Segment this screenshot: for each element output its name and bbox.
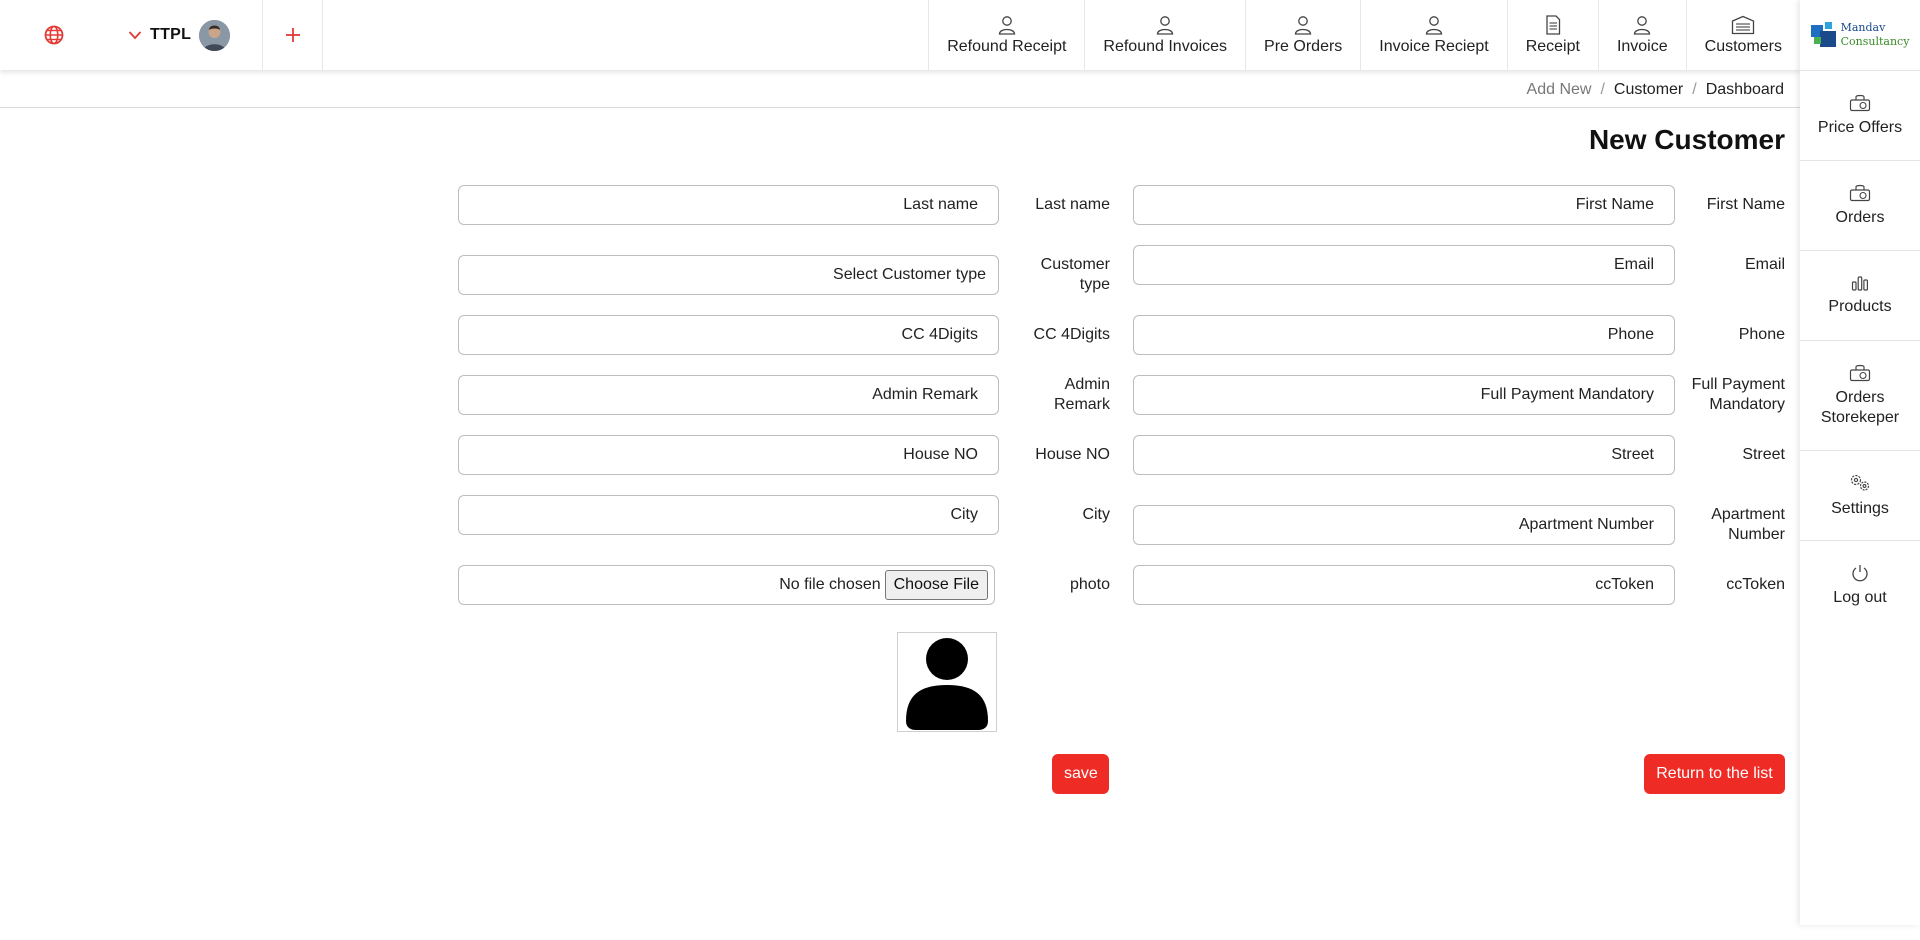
right-sidebar: Mandav Consultancy Price Offers Orders P… — [1800, 0, 1920, 925]
top-bar: TTPL Refound Receipt Refound Invoices Pr… — [0, 0, 1800, 70]
breadcrumb-separator: / — [1600, 80, 1605, 98]
logo-text: Mandav Consultancy — [1841, 21, 1910, 49]
sidebar-item-label: Log out — [1833, 588, 1887, 606]
sidebar-item-label: Settings — [1831, 499, 1889, 517]
user-name: TTPL — [150, 26, 192, 43]
plus-icon — [285, 28, 300, 42]
power-icon — [1852, 564, 1868, 581]
no-file-text: No file chosen — [779, 576, 881, 593]
house-no-label: House NO — [1035, 446, 1110, 463]
basket-icon — [1849, 184, 1871, 201]
last-name-label: Last name — [1035, 196, 1110, 213]
user-icon — [1425, 15, 1443, 35]
sidebar-item-price-offers[interactable]: Price Offers — [1800, 70, 1920, 160]
phone-label: Phone — [1738, 326, 1785, 343]
gears-icon — [1850, 474, 1870, 491]
phone-input[interactable] — [1133, 315, 1675, 355]
person-icon — [906, 638, 988, 730]
logo-line1: Mandav — [1840, 21, 1886, 34]
city-label: City — [1082, 506, 1110, 523]
nav-refound-receipt[interactable]: Refound Receipt — [928, 0, 1084, 70]
nav-customers[interactable]: Customers — [1685, 0, 1800, 70]
breadcrumb-separator: / — [1692, 80, 1697, 98]
globe-icon — [44, 25, 64, 45]
nav-label: Pre Orders — [1264, 37, 1343, 55]
user-icon — [1295, 15, 1312, 35]
basket-icon — [1849, 364, 1871, 381]
nav-invoice-reciept[interactable]: Invoice Reciept — [1360, 0, 1506, 70]
sidebar-item-products[interactable]: Products — [1800, 250, 1920, 340]
photo-file-input[interactable]: No file chosen Choose File — [458, 565, 995, 605]
sidebar-item-label: Orders — [1835, 208, 1885, 226]
choose-file-button[interactable]: Choose File — [884, 570, 988, 600]
apartment-number-input[interactable] — [1133, 505, 1675, 545]
user-icon — [1157, 15, 1174, 35]
top-nav: Refound Receipt Refound Invoices Pre Ord… — [928, 0, 1800, 70]
sidebar-item-label: Products — [1828, 297, 1892, 315]
company-logo[interactable]: Mandav Consultancy — [1800, 0, 1920, 70]
sidebar-item-label: Orders Storekeper — [1820, 388, 1900, 426]
user-icon — [1634, 15, 1651, 35]
avatar — [199, 19, 231, 51]
nav-label: Invoice — [1616, 37, 1668, 55]
sidebar-item-settings[interactable]: Settings — [1800, 450, 1920, 540]
return-to-list-button[interactable]: Return to the list — [1644, 754, 1785, 794]
nav-pre-orders[interactable]: Pre Orders — [1245, 0, 1360, 70]
top-bar-left: TTPL — [0, 0, 323, 70]
breadcrumb-link-dashboard[interactable]: Dashboard — [1706, 81, 1784, 99]
customer-type-label: Customer type — [1040, 256, 1110, 293]
user-menu[interactable]: TTPL — [108, 0, 263, 70]
sidebar-item-label: Price Offers — [1817, 118, 1903, 136]
cctoken-label: ccToken — [1726, 576, 1785, 593]
add-button[interactable] — [263, 0, 323, 70]
first-name-label: First Name — [1706, 196, 1785, 213]
full-payment-mandatory-label: Full Payment Mandatory — [1691, 376, 1785, 413]
nav-label: Refound Invoices — [1103, 37, 1228, 55]
user-icon — [998, 15, 1015, 35]
nav-refound-invoices[interactable]: Refound Invoices — [1084, 0, 1245, 70]
full-payment-mandatory-input[interactable] — [1133, 375, 1675, 415]
apartment-number-label: Apartment Number — [1711, 506, 1785, 543]
admin-remark-label: Admin Remark — [1053, 376, 1110, 413]
nav-label: Customers — [1704, 37, 1782, 55]
customer-type-select[interactable]: Select Customer type — [458, 255, 999, 295]
first-name-input[interactable] — [1133, 185, 1675, 225]
street-input[interactable] — [1133, 435, 1675, 475]
photo-preview — [897, 632, 997, 732]
nav-receipt[interactable]: Receipt — [1506, 0, 1598, 70]
breadcrumb: Add New / Customer / Dashboard — [0, 72, 1800, 108]
logo-line2: Consultancy — [1840, 35, 1910, 48]
sidebar-item-orders-storekeper[interactable]: Orders Storekeper — [1800, 340, 1920, 450]
logo-mark — [1810, 22, 1837, 48]
last-name-input[interactable] — [458, 185, 999, 225]
cctoken-input[interactable] — [1133, 565, 1675, 605]
nav-label: Invoice Reciept — [1379, 37, 1489, 55]
page-title: New Customer — [1588, 124, 1785, 155]
chevron-down-icon — [128, 31, 142, 40]
breadcrumb-current: Add New — [1526, 80, 1592, 98]
breadcrumb-link-customer[interactable]: Customer — [1614, 81, 1683, 99]
street-label: Street — [1742, 446, 1785, 463]
cc4digits-input[interactable] — [458, 315, 999, 355]
email-input[interactable] — [1133, 245, 1675, 285]
document-icon — [1546, 14, 1560, 35]
city-input[interactable] — [458, 495, 999, 535]
basket-icon — [1849, 94, 1871, 111]
email-label: Email — [1744, 256, 1785, 273]
sidebar-item-orders[interactable]: Orders — [1800, 160, 1920, 250]
admin-remark-input[interactable] — [458, 375, 999, 415]
sidebar-item-log-out[interactable]: Log out — [1800, 540, 1920, 630]
nav-label: Receipt — [1525, 37, 1580, 55]
nav-label: Refound Receipt — [947, 37, 1067, 55]
save-button[interactable]: save — [1052, 754, 1109, 794]
language-button[interactable] — [0, 0, 108, 70]
bar-chart-icon — [1851, 275, 1868, 291]
nav-invoice[interactable]: Invoice — [1597, 0, 1686, 70]
house-no-input[interactable] — [458, 435, 999, 475]
photo-label: photo — [1069, 576, 1110, 593]
warehouse-icon — [1732, 15, 1755, 34]
cc4digits-label: CC 4Digits — [1033, 326, 1110, 343]
